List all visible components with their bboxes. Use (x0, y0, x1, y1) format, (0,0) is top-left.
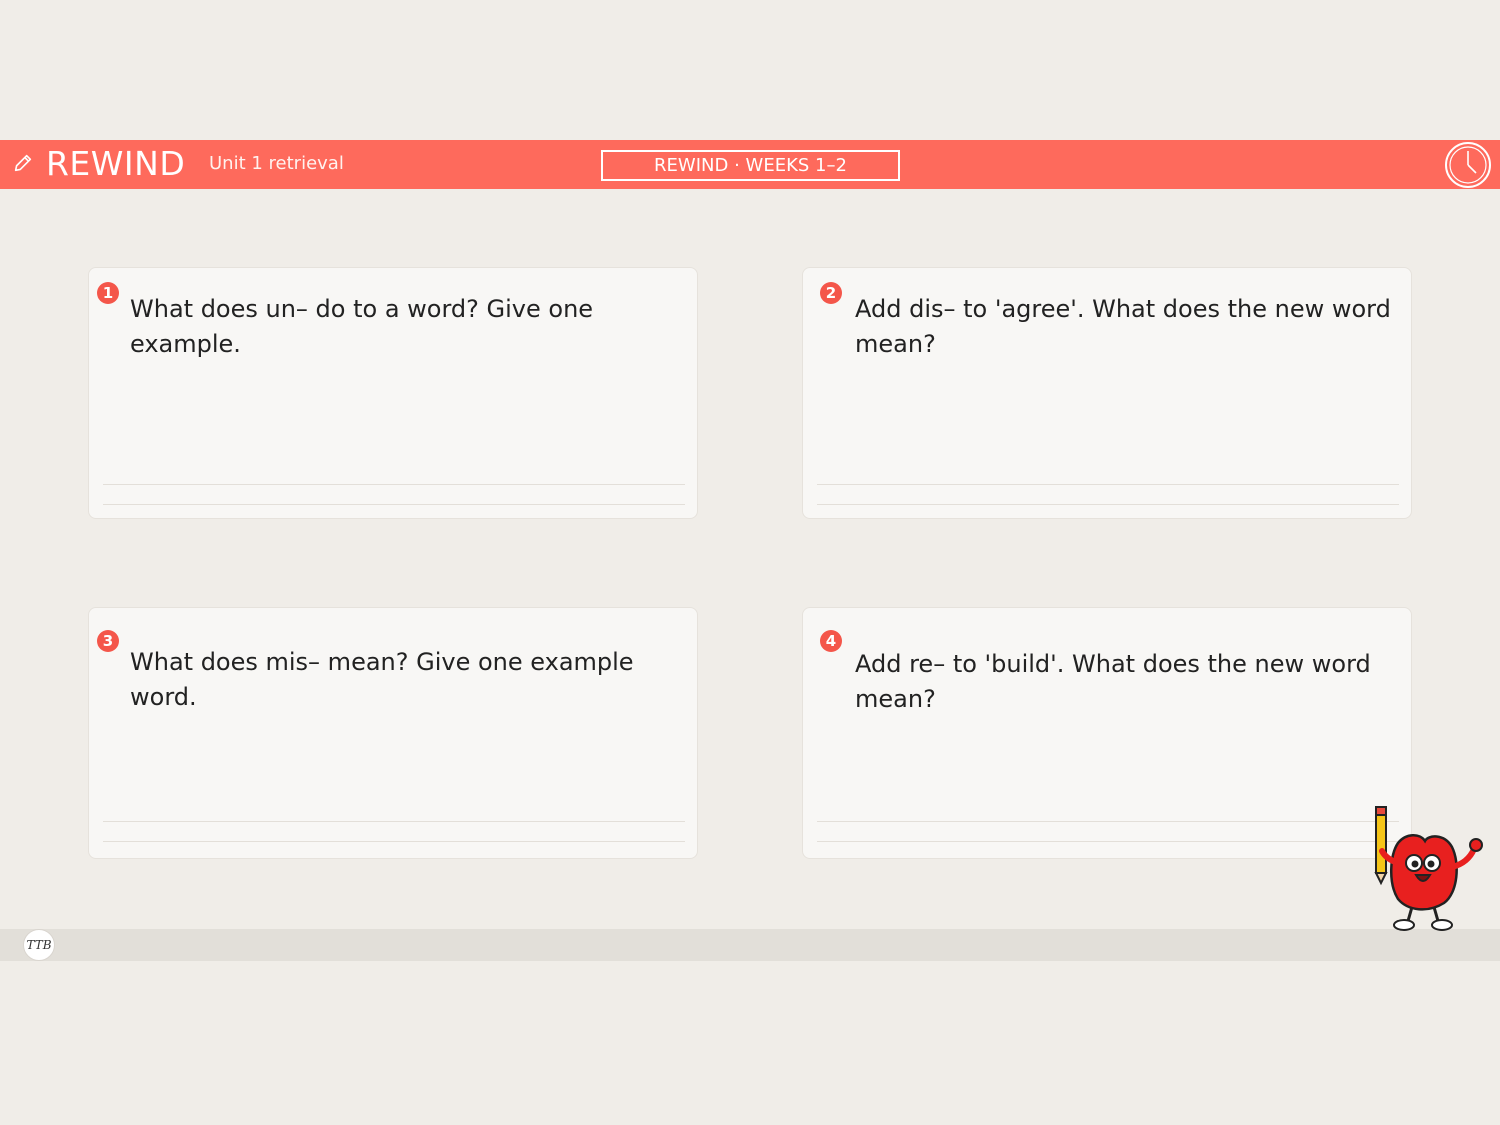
answer-line[interactable] (103, 484, 685, 485)
answer-line[interactable] (817, 504, 1399, 505)
question-card-1: 1 What does un– do to a word? Give one e… (88, 267, 698, 519)
page-subtitle: Unit 1 retrieval (209, 153, 344, 174)
answer-line[interactable] (817, 821, 1399, 822)
question-number-badge: 1 (97, 282, 119, 304)
apple-mascot-icon (1374, 806, 1483, 931)
question-card-4: 4 Add re– to 'build'. What does the new … (802, 607, 1412, 859)
answer-line[interactable] (103, 821, 685, 822)
question-text: What does mis– mean? Give one example wo… (130, 648, 634, 711)
footer-band (0, 929, 1500, 961)
question-number-badge: 3 (97, 630, 119, 652)
question-text: What does un– do to a word? Give one exa… (130, 295, 594, 358)
question-number-badge: 2 (820, 282, 842, 304)
weeks-badge: REWIND · WEEKS 1–2 (601, 150, 900, 181)
header-bar: REWIND Unit 1 retrieval REWIND · WEEKS 1… (0, 140, 1500, 189)
question-card-2: 2 Add dis– to 'agree'. What does the new… (802, 267, 1412, 519)
answer-line[interactable] (817, 484, 1399, 485)
answer-line[interactable] (103, 504, 685, 505)
question-card-3: 3 What does mis– mean? Give one example … (88, 607, 698, 859)
answer-line[interactable] (817, 841, 1399, 842)
page-title: REWIND (46, 144, 186, 183)
question-text: Add re– to 'build'. What does the new wo… (855, 650, 1371, 713)
answer-line[interactable] (103, 841, 685, 842)
clock-icon[interactable] (1444, 141, 1492, 189)
pencil-icon (14, 154, 32, 172)
question-text: Add dis– to 'agree'. What does the new w… (855, 295, 1391, 358)
brand-logo: TTB (23, 929, 55, 961)
question-number-badge: 4 (820, 630, 842, 652)
